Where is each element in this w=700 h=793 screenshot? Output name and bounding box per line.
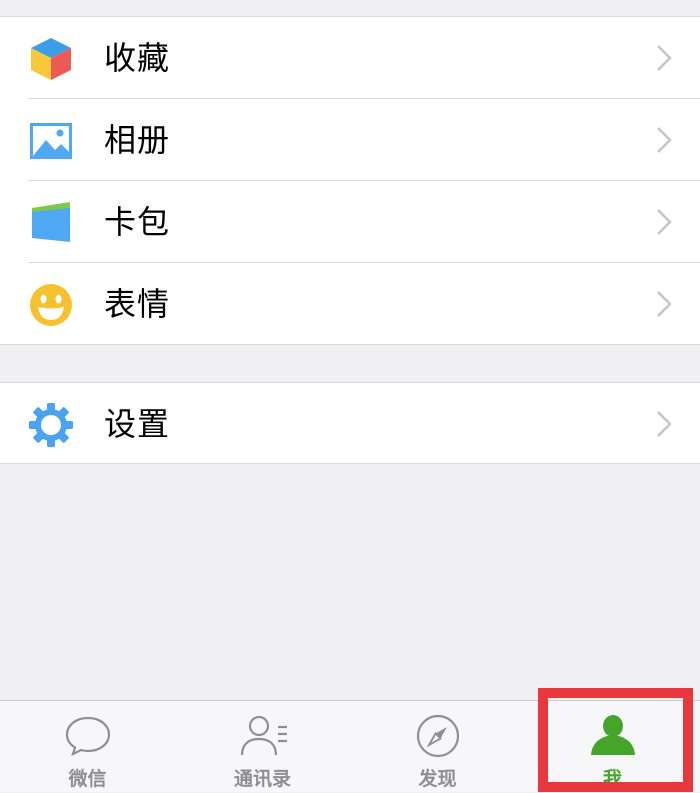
menu-item-album[interactable]: 相册 [0,98,700,181]
chevron-right-icon [656,410,672,438]
tab-label: 我 [602,768,622,790]
compass-icon [413,713,463,759]
tab-label: 微信 [68,768,107,790]
card-wallet-icon [28,200,74,246]
menu-item-label: 收藏 [104,39,171,77]
menu-item-favorites[interactable]: 收藏 [0,17,700,99]
menu-item-label: 表情 [104,285,171,323]
chevron-right-icon [656,126,672,154]
chat-bubble-icon [63,713,113,759]
menu-item-wallet[interactable]: 卡包 [0,180,700,263]
menu-group-main: 收藏 相册 卡包 表情 [0,16,700,345]
smiley-icon [28,282,74,328]
bottom-tab-bar: 微信 通讯录 发现 我 [0,700,700,792]
menu-group-settings: 设置 [0,382,700,464]
tab-label: 通讯录 [233,768,291,790]
menu-item-label: 设置 [104,405,171,443]
chevron-right-icon [656,290,672,318]
menu-item-settings[interactable]: 设置 [0,383,700,465]
menu-item-label: 相册 [104,121,171,159]
person-icon [588,713,638,759]
menu-item-stickers[interactable]: 表情 [0,262,700,345]
menu-item-label: 卡包 [104,203,171,241]
contacts-icon [238,713,288,759]
chevron-right-icon [656,208,672,236]
cube-icon [28,36,74,82]
chevron-right-icon [656,44,672,72]
gear-icon [28,402,74,448]
tab-chats[interactable]: 微信 [0,701,175,793]
picture-icon [28,118,74,164]
tab-me[interactable]: 我 [525,701,700,793]
tab-discover[interactable]: 发现 [350,701,525,793]
tab-contacts[interactable]: 通讯录 [175,701,350,793]
tab-label: 发现 [418,768,457,790]
